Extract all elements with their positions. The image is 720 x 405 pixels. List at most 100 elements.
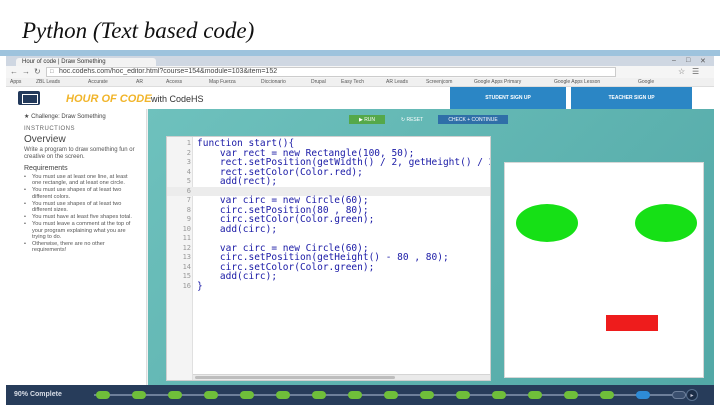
student-signup-button[interactable]: STUDENT SIGN UP (450, 87, 566, 109)
green-circle-right (635, 204, 697, 242)
teacher-signup-button[interactable]: TEACHER SIGN UP (571, 87, 692, 109)
minimize-icon[interactable]: – (672, 57, 676, 64)
line-number: 2 (186, 148, 191, 157)
bookmark-item[interactable]: Accurate (88, 79, 108, 85)
progress-step[interactable] (384, 391, 398, 399)
progress-step[interactable] (456, 391, 470, 399)
bookmark-item[interactable]: Easy Tech (341, 79, 364, 85)
progress-step[interactable] (636, 391, 650, 399)
code-text[interactable]: } (197, 281, 203, 292)
list-item: You must use shapes of at least two diff… (24, 187, 138, 199)
next-step-icon[interactable]: ▸ (686, 389, 698, 401)
bookmark-item[interactable]: Diccionario (261, 79, 286, 85)
menu-icon[interactable]: ☰ (692, 67, 699, 76)
progress-step[interactable] (348, 391, 362, 399)
progress-step[interactable] (276, 391, 290, 399)
code-editor[interactable]: 1 function start(){2 var rect = new Recta… (166, 136, 491, 381)
hour-of-code-title: HOUR OF CODE (66, 93, 152, 105)
list-item: You must use at least one line, at least… (24, 174, 138, 186)
line-number: 5 (186, 177, 191, 185)
progress-step[interactable] (672, 391, 686, 399)
progress-step[interactable] (492, 391, 506, 399)
bookmark-item[interactable]: AR Leads (386, 79, 408, 85)
progress-step[interactable] (420, 391, 434, 399)
scrollbar-thumb[interactable] (195, 376, 395, 379)
line-number: 12 (182, 243, 191, 252)
code-line[interactable]: 5 add(rect); (167, 177, 490, 187)
overview-heading: Overview (24, 134, 66, 145)
codehs-logo-icon[interactable] (18, 91, 40, 105)
progress-step[interactable] (600, 391, 614, 399)
star-icon: ★ (24, 114, 30, 120)
bookmark-item[interactable]: Access (166, 79, 182, 85)
line-number: 7 (186, 196, 191, 204)
list-item: You must leave a comment at the top of y… (24, 221, 138, 240)
output-canvas (504, 162, 704, 378)
reset-button[interactable]: ↻ RESET (391, 115, 433, 124)
line-number: 15 (182, 272, 191, 280)
bookmark-item[interactable]: Drupal (311, 79, 326, 85)
back-icon[interactable]: ← (10, 67, 18, 76)
progress-step[interactable] (528, 391, 542, 399)
bookmark-item[interactable]: AR (136, 79, 143, 85)
run-button[interactable]: ▶ RUN (349, 115, 385, 124)
progress-step[interactable] (312, 391, 326, 399)
progress-step[interactable] (168, 391, 182, 399)
challenge-label: Challenge: Draw Something (31, 114, 106, 120)
red-rectangle (606, 315, 658, 331)
tab-bar: Hour of code | Draw Something – □ ✕ (6, 56, 714, 66)
line-number: 4 (186, 167, 191, 176)
reload-icon[interactable]: ↻ (34, 67, 41, 76)
code-text[interactable]: add(rect); (197, 177, 277, 187)
with-codehs-text: with CodeHS (151, 94, 204, 104)
maximize-icon[interactable]: □ (686, 57, 690, 64)
requirements-heading: Requirements (24, 165, 68, 172)
browser-tab[interactable]: Hour of code | Draw Something (16, 58, 156, 66)
list-item: You must use shapes of at least two diff… (24, 201, 138, 213)
progress-step[interactable] (204, 391, 218, 399)
code-text[interactable]: add(circ); (197, 272, 277, 282)
slide-title: Python (Text based code) (22, 18, 255, 43)
address-bar: ← → ↻ □ hoc.codehs.com/hoc_editor.html?c… (6, 66, 714, 78)
progress-step[interactable] (564, 391, 578, 399)
line-number: 9 (186, 215, 191, 223)
url-input[interactable]: □ hoc.codehs.com/hoc_editor.html?course=… (46, 67, 616, 77)
bookmark-item[interactable]: Map Fuerza (209, 79, 236, 85)
progress-step[interactable] (240, 391, 254, 399)
overview-text: Write a program to draw something fun or… (24, 147, 135, 160)
star-icon[interactable]: ☆ (678, 67, 685, 76)
code-line[interactable]: 16} (167, 281, 490, 292)
check-continue-button[interactable]: CHECK + CONTINUE (438, 115, 508, 124)
line-number: 8 (186, 205, 191, 214)
bookmark-item[interactable]: Google Apps Primary (474, 79, 521, 85)
editor-area: ▶ RUN ↻ RESET CHECK + CONTINUE 1 function… (148, 109, 714, 385)
instructions-label: INSTRUCTIONS (24, 126, 75, 132)
bookmark-item[interactable]: Google (638, 79, 654, 85)
line-number: 6 (186, 186, 191, 195)
challenge-title: ★ Challenge: Draw Something (24, 113, 138, 120)
url-text: hoc.codehs.com/hoc_editor.html?course=15… (59, 68, 278, 75)
progress-step[interactable] (132, 391, 146, 399)
code-line[interactable]: 15 add(circ); (167, 272, 490, 282)
progress-step[interactable] (96, 391, 110, 399)
green-circle-left (516, 204, 578, 242)
code-lines[interactable]: 1 function start(){2 var rect = new Recta… (167, 139, 490, 291)
forward-icon[interactable]: → (22, 67, 30, 76)
progress-label: 90% Complete (14, 391, 62, 398)
code-line[interactable]: 10 add(circ); (167, 224, 490, 235)
bookmark-item[interactable]: Apps (10, 79, 21, 85)
line-number: 11 (182, 234, 191, 242)
bookmark-item[interactable]: Screenjcom (426, 79, 452, 85)
bookmark-item[interactable]: ZBL Leads (36, 79, 60, 85)
browser-window: Hour of code | Draw Something – □ ✕ ← → … (6, 56, 714, 405)
line-number: 3 (186, 158, 191, 166)
line-number: 10 (182, 224, 191, 233)
bookmarks-bar: Apps ZBL Leads Accurate AR Access Map Fu… (6, 78, 714, 87)
code-horizontal-scrollbar[interactable] (193, 374, 490, 380)
list-item: Otherwise, there are no other requiremen… (24, 241, 138, 253)
code-text[interactable]: add(circ); (197, 224, 277, 235)
close-icon[interactable]: ✕ (700, 57, 706, 65)
page-icon: □ (50, 69, 54, 75)
reset-label: RESET (406, 116, 424, 123)
bookmark-item[interactable]: Google Apps Lesson (554, 79, 600, 85)
